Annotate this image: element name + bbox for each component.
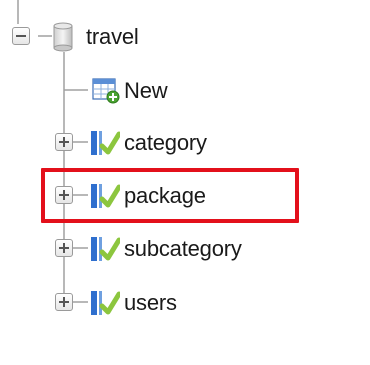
table-icon [90, 130, 122, 161]
highlight-box [41, 168, 299, 223]
database-icon [52, 22, 74, 57]
expand-toggle-icon[interactable] [55, 133, 73, 151]
tree-item-label[interactable]: New [124, 80, 168, 102]
tree-item-label[interactable]: subcategory [124, 238, 242, 260]
tree-item-label[interactable]: users [124, 292, 177, 314]
new-table-icon [92, 78, 120, 109]
collapse-toggle-icon[interactable] [12, 27, 30, 45]
expand-toggle-icon[interactable] [55, 239, 73, 257]
table-icon [90, 236, 122, 267]
navigation-tree: travel New category package subcategory … [0, 0, 370, 365]
tree-item-label[interactable]: category [124, 132, 207, 154]
expand-toggle-icon[interactable] [55, 293, 73, 311]
table-icon [90, 290, 122, 321]
database-label[interactable]: travel [86, 26, 139, 48]
